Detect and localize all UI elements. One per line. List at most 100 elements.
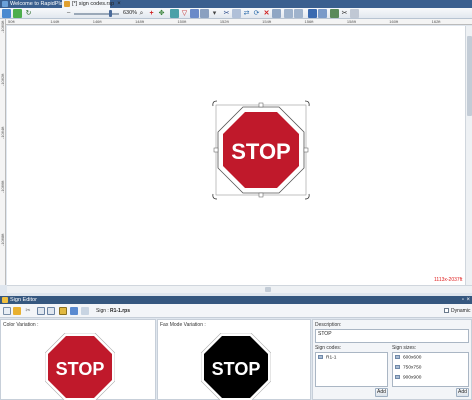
sign-sizes-list[interactable]: 600x600 750x750 900x900 xyxy=(392,352,469,387)
dynamic-label: Dynamic xyxy=(451,308,471,314)
close-icon[interactable]: × xyxy=(466,296,470,304)
color-variation-preview[interactable]: STOP xyxy=(45,333,115,400)
horizontal-scrollbar[interactable] xyxy=(7,285,472,293)
sign-editor-title-bar: Sign Editor ▫ × xyxy=(0,296,472,304)
ruler-tick-label: 148ft xyxy=(135,19,144,24)
close-icon[interactable]: × xyxy=(117,1,121,7)
fax-variation-label: Fax Mode Variation : xyxy=(160,322,206,328)
scissors-icon[interactable]: ✂ xyxy=(340,9,349,18)
clipboard-icon[interactable] xyxy=(350,9,359,18)
bring-front-icon[interactable] xyxy=(318,9,327,18)
cut-icon[interactable]: ✂ xyxy=(24,307,32,315)
main-toolbar: ↻ − 630% ⌕ + ✥ ▽ ▾ ✂ ⇄ ⟳ ✕ ✂ xyxy=(0,8,472,19)
ruler-tick-label: -1068ft xyxy=(0,233,5,246)
fax-variation-pane: Fax Mode Variation : STOP xyxy=(157,319,311,400)
paste-icon[interactable] xyxy=(47,307,55,315)
group-icon[interactable] xyxy=(294,9,303,18)
pan-icon[interactable]: ✥ xyxy=(157,9,166,18)
distribute-icon[interactable] xyxy=(284,9,293,18)
magnifier-icon[interactable]: ⌕ xyxy=(137,9,146,18)
move-icon[interactable]: ⇄ xyxy=(242,9,251,18)
sign-prefix-label: Sign : xyxy=(96,308,109,314)
import-from-diagram-icon[interactable] xyxy=(59,307,67,315)
ruler-tick-label: -1060ft xyxy=(0,20,5,33)
color-sign-text: STOP xyxy=(56,359,105,379)
undo-icon[interactable] xyxy=(2,9,11,18)
new-sign-icon[interactable] xyxy=(3,307,11,315)
crosshair-icon[interactable]: + xyxy=(147,9,156,18)
sign-code-item[interactable]: R1-1 xyxy=(318,355,336,360)
horizontal-scroll-thumb[interactable] xyxy=(265,287,271,292)
settings-icon[interactable] xyxy=(81,307,89,315)
ruler-tick-label: -1064ft xyxy=(0,126,5,140)
refresh-icon[interactable]: ↻ xyxy=(24,9,33,18)
sign-size-item[interactable]: 600x600 xyxy=(395,355,421,360)
document-icon xyxy=(64,1,70,7)
zoom-out-icon[interactable]: − xyxy=(64,9,73,18)
cut-icon[interactable]: ✂ xyxy=(222,9,231,18)
filter-icon[interactable]: ▽ xyxy=(180,9,189,18)
description-label: Description: xyxy=(315,322,342,328)
zoom-slider[interactable] xyxy=(74,13,119,15)
zoom-slider-thumb[interactable] xyxy=(109,10,112,17)
redo-icon[interactable] xyxy=(13,9,22,18)
align-icon[interactable] xyxy=(272,9,281,18)
sign-size-icon xyxy=(395,365,400,369)
send-back-icon[interactable] xyxy=(308,9,317,18)
fax-sign-text: STOP xyxy=(212,359,261,379)
fax-variation-preview[interactable]: STOP xyxy=(201,333,271,400)
ruler-tick-label: 154ft xyxy=(262,19,272,24)
pin-icon[interactable]: ▫ xyxy=(462,296,464,304)
tab-sign-codes-label: [*] sign codes.rsp xyxy=(72,1,115,7)
sign-code-icon xyxy=(318,355,323,359)
horizontal-ruler: 50ft 144ft 146ft 148ft 150ft 152ft 154ft 156ft 1… xyxy=(6,19,472,25)
copy-icon[interactable] xyxy=(232,9,241,18)
grid-icon[interactable] xyxy=(190,9,199,18)
sign-editor-title: Sign Editor xyxy=(10,297,37,303)
layers-icon[interactable] xyxy=(170,9,179,18)
tab-welcome-label: Welcome to RapidPlan xyxy=(10,1,66,7)
sign-size-item[interactable]: 750x750 xyxy=(395,365,421,370)
export-icon[interactable] xyxy=(70,307,78,315)
delete-icon[interactable]: ✕ xyxy=(262,9,271,18)
ruler-tick-label: -1066ft xyxy=(0,180,5,193)
ruler-tick-label: 50ft xyxy=(8,19,15,24)
ruler-tick-label: 160ft xyxy=(389,19,399,24)
image-icon[interactable] xyxy=(330,9,339,18)
sign-size-item[interactable]: 900x900 xyxy=(395,375,421,380)
dropdown-icon[interactable]: ▾ xyxy=(210,9,219,18)
resize-handle-right[interactable] xyxy=(303,147,309,153)
drawing-canvas[interactable]: STOP 1113x-2037ft xyxy=(7,26,465,285)
sign-editor-toolbar: ✂ Sign : R1-1.rps Dynamic xyxy=(0,304,472,318)
sign-properties-pane: Description: STOP Sign codes: R1-1 Add S… xyxy=(312,319,472,400)
ruler-tick-label: 146ft xyxy=(92,19,102,24)
resize-handle-bottom[interactable] xyxy=(258,192,264,198)
coordinate-readout: 1113x-2037ft xyxy=(434,277,463,283)
tab-welcome[interactable]: Welcome to RapidPlan× xyxy=(0,0,72,8)
vertical-scroll-thumb[interactable] xyxy=(467,36,472,116)
rotate-icon[interactable]: ⟳ xyxy=(252,9,261,18)
open-folder-icon[interactable] xyxy=(13,307,21,315)
ruler-tick-label: 158ft xyxy=(346,19,356,24)
ruler-tick-label: -1062ft xyxy=(0,73,5,87)
ruler-tick-label: 152ft xyxy=(219,19,229,24)
sign-codes-list[interactable]: R1-1 xyxy=(315,352,388,387)
ruler-tick-label: 144ft xyxy=(50,19,60,24)
add-sign-size-button[interactable]: Add xyxy=(456,388,469,397)
resize-handle-top[interactable] xyxy=(258,102,264,108)
resize-handle-left[interactable] xyxy=(213,147,219,153)
vertical-ruler: -1060ft -1062ft -1064ft -1066ft -1068ft xyxy=(0,19,6,285)
dynamic-checkbox[interactable] xyxy=(444,308,449,313)
document-tab-bar: Welcome to RapidPlan× [*] sign codes.rsp… xyxy=(0,0,472,8)
color-variation-label: Color Variation : xyxy=(3,322,39,328)
description-field[interactable]: STOP xyxy=(315,329,469,343)
measure-icon[interactable] xyxy=(200,9,209,18)
ruler-tick-label: 162ft xyxy=(431,19,441,24)
vertical-scrollbar[interactable] xyxy=(465,26,472,285)
copy-icon[interactable] xyxy=(37,307,45,315)
sign-editor-icon xyxy=(2,297,8,303)
canvas-drawing: STOP xyxy=(212,100,310,200)
sign-codes-label: Sign codes: xyxy=(315,345,342,351)
tab-sign-codes[interactable]: [*] sign codes.rsp × xyxy=(62,0,121,8)
add-sign-code-button[interactable]: Add xyxy=(375,388,388,397)
